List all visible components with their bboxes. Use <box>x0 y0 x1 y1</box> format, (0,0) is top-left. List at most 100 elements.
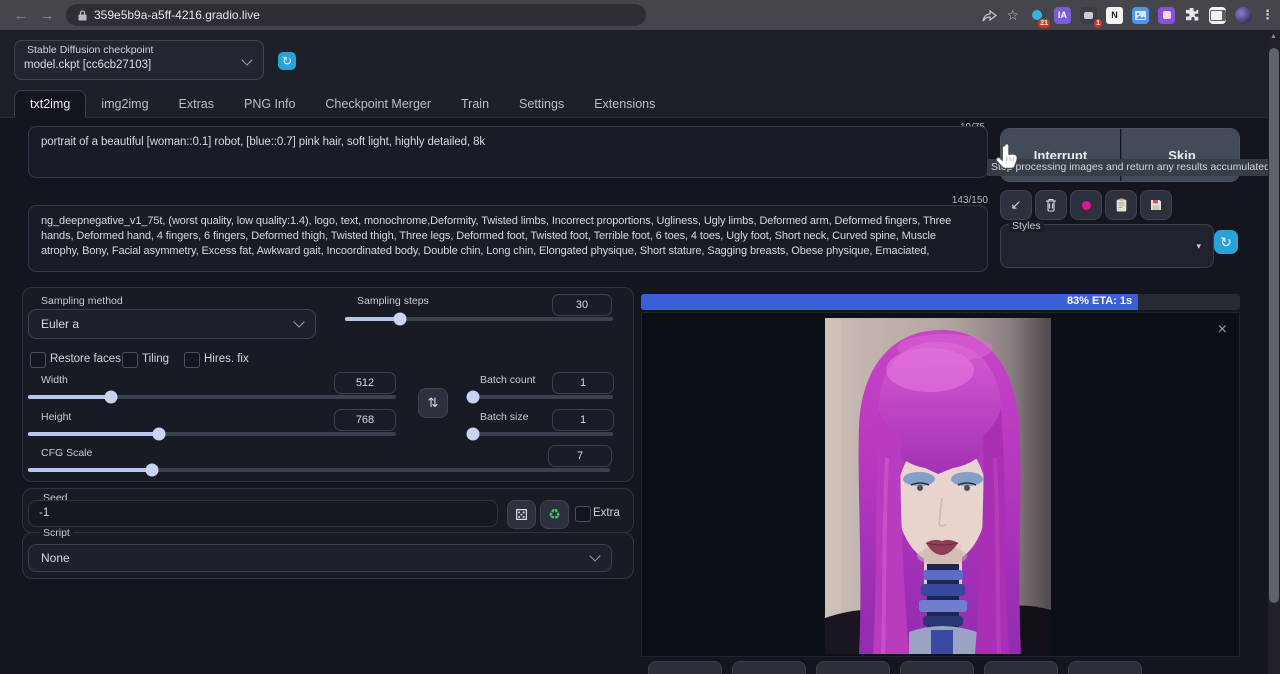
floppy-save-icon <box>1150 199 1162 211</box>
progress-bar-fill: 83% ETA: 1s <box>641 294 1138 310</box>
sidebar-panel-icon[interactable] <box>1209 7 1226 24</box>
cfg-scale-slider[interactable] <box>28 468 610 472</box>
tab-extensions[interactable]: Extensions <box>579 91 670 117</box>
swap-width-height-button[interactable]: ⇅ <box>418 388 448 418</box>
extensions-puzzle-icon[interactable] <box>1184 7 1200 23</box>
sampling-method-dropdown[interactable]: Euler a <box>28 309 316 339</box>
gallery-button[interactable] <box>1068 661 1142 674</box>
styles-refresh-button[interactable]: ↻ <box>1214 230 1238 254</box>
random-seed-button[interactable]: ⚄ <box>507 500 536 529</box>
checkpoint-refresh-button[interactable]: ↻ <box>278 52 296 70</box>
styles-dropdown[interactable]: Styles ▾ <box>1000 224 1214 268</box>
extra-networks-button[interactable] <box>1070 190 1102 220</box>
bookmark-star-icon[interactable]: ☆ <box>1006 7 1019 24</box>
styles-label: Styles <box>1009 220 1044 232</box>
profile-avatar[interactable] <box>1235 7 1252 24</box>
progress-bar: 83% ETA: 1s <box>641 294 1240 310</box>
extension-badge: 1 <box>1094 19 1102 28</box>
batch-size-value[interactable]: 1 <box>552 409 614 431</box>
extension-icon-blue-dot[interactable]: 21 <box>1028 7 1045 24</box>
batch-count-value[interactable]: 1 <box>552 372 614 394</box>
negative-prompt-input[interactable]: ng_deepnegative_v1_75t, (worst quality, … <box>28 205 988 272</box>
extension-icon-purple[interactable] <box>1158 7 1175 24</box>
extra-seed-checkbox[interactable] <box>575 506 591 522</box>
clear-prompt-button[interactable] <box>1035 190 1067 220</box>
restore-faces-label: Restore faces <box>50 353 121 365</box>
gallery-button[interactable] <box>900 661 974 674</box>
batch-size-label: Batch size <box>477 411 531 423</box>
gallery-button[interactable] <box>648 661 722 674</box>
extension-icon-notion[interactable]: N <box>1106 7 1123 24</box>
seed-input[interactable]: -1 <box>28 500 498 527</box>
swap-icon: ⇅ <box>428 395 439 411</box>
tab-checkpoint-merger[interactable]: Checkpoint Merger <box>310 91 446 117</box>
tab-txt2img[interactable]: txt2img <box>14 90 86 118</box>
tab-train[interactable]: Train <box>446 91 504 117</box>
script-dropdown[interactable]: None <box>28 544 612 572</box>
tiling-checkbox[interactable] <box>122 352 138 368</box>
apply-styles-button[interactable] <box>1105 190 1137 220</box>
seed-value: -1 <box>39 507 49 519</box>
back-icon[interactable]: ← <box>8 7 34 24</box>
gallery-button[interactable] <box>816 661 890 674</box>
script-value: None <box>41 551 70 565</box>
refresh-icon: ↻ <box>282 54 292 68</box>
dice-icon: ⚄ <box>515 506 528 524</box>
trash-icon <box>1045 198 1057 212</box>
interrupt-tooltip: Stop processing images and return any re… <box>987 159 1280 176</box>
lock-icon <box>78 10 87 21</box>
chevron-down-icon <box>241 54 252 65</box>
restore-faces-checkbox[interactable] <box>30 352 46 368</box>
image-preview-panel: × <box>641 312 1240 657</box>
extra-networks-dot-icon <box>1082 201 1091 210</box>
browser-menu-icon[interactable]: ⋮ <box>1261 7 1274 23</box>
progress-text: 83% ETA: 1s <box>1067 295 1132 307</box>
prompt-input[interactable]: portrait of a beautiful [woman::0.1] rob… <box>28 126 988 178</box>
gallery-actions-row <box>648 661 1142 674</box>
page-scrollbar[interactable]: ▲ <box>1268 30 1280 674</box>
generated-image[interactable] <box>825 318 1051 654</box>
width-value[interactable]: 512 <box>334 372 396 394</box>
tab-png-info[interactable]: PNG Info <box>229 91 310 117</box>
checkpoint-label: Stable Diffusion checkpoint <box>24 44 156 56</box>
url-text: 359e5b9a-a5ff-4216.gradio.live <box>94 8 260 22</box>
height-slider[interactable] <box>28 432 396 436</box>
width-slider[interactable] <box>28 395 396 399</box>
save-style-button[interactable] <box>1140 190 1172 220</box>
address-bar[interactable]: 359e5b9a-a5ff-4216.gradio.live <box>66 4 646 26</box>
reuse-seed-button[interactable]: ♻ <box>540 500 569 529</box>
checkpoint-value: model.ckpt [cc6cb27103] <box>24 59 151 71</box>
batch-count-slider[interactable] <box>467 395 613 399</box>
hires-fix-label: Hires. fix <box>204 353 249 365</box>
arrow-sw-icon: ↙ <box>1011 197 1022 213</box>
scrollbar-thumb[interactable] <box>1269 48 1279 603</box>
sampling-steps-label: Sampling steps <box>354 295 432 307</box>
sampling-method-label: Sampling method <box>38 295 126 307</box>
tab-settings[interactable]: Settings <box>504 91 579 117</box>
extra-seed-label: Extra <box>593 507 620 519</box>
tab-extras[interactable]: Extras <box>164 91 229 117</box>
scrollbar-up-arrow[interactable]: ▲ <box>1270 33 1277 40</box>
batch-size-slider[interactable] <box>467 432 613 436</box>
extension-icon-ia[interactable]: IA <box>1054 7 1071 24</box>
sampling-steps-value[interactable]: 30 <box>552 294 612 316</box>
height-value[interactable]: 768 <box>334 409 396 431</box>
sampling-steps-slider[interactable] <box>345 317 613 321</box>
cfg-scale-value[interactable]: 7 <box>548 445 612 467</box>
forward-icon[interactable]: → <box>34 7 60 24</box>
gallery-button[interactable] <box>732 661 806 674</box>
chevron-down-icon: ▾ <box>1196 241 1201 252</box>
extension-icon-image[interactable] <box>1132 7 1149 24</box>
script-label: Script <box>40 527 73 539</box>
close-icon[interactable]: × <box>1218 323 1227 337</box>
gallery-button[interactable] <box>984 661 1058 674</box>
tiling-label: Tiling <box>142 353 169 365</box>
paste-generation-params-button[interactable]: ↙ <box>1000 190 1032 220</box>
extension-badge: 21 <box>1038 19 1050 28</box>
extension-icon-camera[interactable]: 1 <box>1080 7 1097 24</box>
mouse-cursor-hand <box>993 143 1021 173</box>
checkpoint-dropdown[interactable]: Stable Diffusion checkpoint model.ckpt [… <box>14 40 264 80</box>
hires-fix-checkbox[interactable] <box>184 352 200 368</box>
share-icon[interactable] <box>982 9 997 22</box>
tab-img2img[interactable]: img2img <box>86 91 163 117</box>
